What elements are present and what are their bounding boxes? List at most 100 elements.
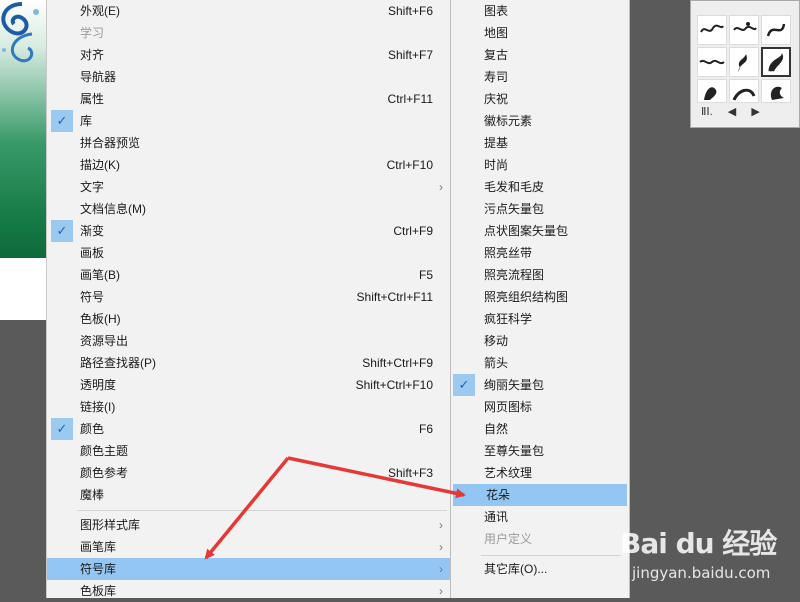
submenu-item[interactable]: 毛发和毛皮 bbox=[451, 176, 629, 198]
menu-item[interactable]: 对齐 Shift+F7 bbox=[47, 44, 451, 66]
submenu-item[interactable]: ✓ 绚丽矢量包 bbox=[451, 374, 629, 396]
menu-item-label: 颜色主题 bbox=[80, 444, 129, 458]
menu-item[interactable]: 路径查找器(P) Shift+Ctrl+F9 bbox=[47, 352, 451, 374]
submenu-item-label: 复古 bbox=[484, 48, 509, 62]
menu-item[interactable]: 颜色主题 bbox=[47, 440, 451, 462]
chevron-right-icon: › bbox=[439, 584, 443, 598]
menu-item-label: 库 bbox=[80, 114, 93, 128]
menu-item[interactable]: 魔棒 bbox=[47, 484, 451, 506]
submenu-item[interactable]: 时尚 bbox=[451, 154, 629, 176]
submenu-item[interactable]: 艺术纹理 bbox=[451, 462, 629, 484]
menu-item[interactable]: 颜色参考 Shift+F3 bbox=[47, 462, 451, 484]
symbol-swatch[interactable] bbox=[697, 15, 727, 45]
menu-item-label: 拼合器预览 bbox=[80, 136, 141, 150]
menu-item[interactable]: 导航器 bbox=[47, 66, 451, 88]
submenu-item[interactable]: 徽标元素 bbox=[451, 110, 629, 132]
library-menu-item[interactable]: 色板库 › bbox=[47, 580, 451, 602]
submenu-item-label: 箭头 bbox=[484, 356, 509, 370]
menu-item-label: 魔棒 bbox=[80, 488, 105, 502]
artwork-swirl-ornament bbox=[1, 2, 39, 63]
menu-item-label: 颜色 bbox=[80, 422, 105, 436]
submenu-item[interactable]: 照亮组织结构图 bbox=[451, 286, 629, 308]
menu-item-shortcut: Shift+F3 bbox=[387, 466, 433, 480]
next-icon[interactable]: ▶ bbox=[751, 105, 759, 118]
submenu-item[interactable]: 照亮丝带 bbox=[451, 242, 629, 264]
chevron-right-icon: › bbox=[439, 540, 443, 554]
submenu-item[interactable]: 图表 bbox=[451, 0, 629, 22]
submenu-item-label: 图表 bbox=[484, 4, 509, 18]
menu-item[interactable]: 色板(H) bbox=[47, 308, 451, 330]
symbol-swatch[interactable] bbox=[729, 47, 759, 77]
artboard-canvas[interactable] bbox=[0, 0, 46, 320]
checkmark-icon: ✓ bbox=[51, 418, 73, 440]
library-menu-item[interactable]: 图形样式库 › bbox=[47, 514, 451, 536]
menu-item-shortcut: Shift+F6 bbox=[387, 4, 433, 18]
menu-item[interactable]: ✓ 颜色 F6 bbox=[47, 418, 451, 440]
menu-item[interactable]: 画板 bbox=[47, 242, 451, 264]
menu-item: 学习 bbox=[47, 22, 451, 44]
submenu-item[interactable]: 移动 bbox=[451, 330, 629, 352]
submenu-item: 用户定义 bbox=[451, 528, 629, 550]
submenu-item[interactable]: 提基 bbox=[451, 132, 629, 154]
submenu-item[interactable]: 箭头 bbox=[451, 352, 629, 374]
menu-item[interactable]: 符号 Shift+Ctrl+F11 bbox=[47, 286, 451, 308]
menu-item-label: 文档信息(M) bbox=[80, 202, 146, 216]
menu-item-label: 导航器 bbox=[80, 70, 117, 84]
library-menu-icon[interactable]: ⅡⅠ. bbox=[701, 105, 713, 118]
menu-item[interactable]: 外观(E) Shift+F6 bbox=[47, 0, 451, 22]
library-menu-item[interactable]: 画笔库 › bbox=[47, 536, 451, 558]
submenu-item[interactable]: 至尊矢量包 bbox=[451, 440, 629, 462]
menu-item[interactable]: 透明度 Shift+Ctrl+F10 bbox=[47, 374, 451, 396]
submenu-item[interactable]: 自然 bbox=[451, 418, 629, 440]
watermark-url: jingyan.baidu.com bbox=[632, 564, 771, 582]
menu-item-shortcut: Shift+F7 bbox=[387, 48, 433, 62]
menu-item[interactable]: ✓ 库 bbox=[47, 110, 451, 132]
submenu-item[interactable]: 地图 bbox=[451, 22, 629, 44]
library-menu-item[interactable]: 符号库 › bbox=[47, 558, 451, 580]
submenu-item-label: 庆祝 bbox=[484, 92, 509, 106]
submenu-item[interactable]: 通讯 bbox=[451, 506, 629, 528]
symbol-swatch[interactable] bbox=[761, 79, 791, 103]
menu-item-shortcut: Shift+Ctrl+F11 bbox=[356, 290, 433, 304]
menu-item[interactable]: 文字 › bbox=[47, 176, 451, 198]
watermark-logo: Bai du 经验 bbox=[620, 527, 777, 560]
submenu-item-other-library[interactable]: 其它库(O)... bbox=[451, 558, 629, 580]
submenu-item[interactable]: 寿司 bbox=[451, 66, 629, 88]
menu-item[interactable]: 画笔(B) F5 bbox=[47, 264, 451, 286]
menu-item[interactable]: 文档信息(M) bbox=[47, 198, 451, 220]
menu-item-label: 渐变 bbox=[80, 224, 105, 238]
submenu-item[interactable]: 复古 bbox=[451, 44, 629, 66]
submenu-item-label: 污点矢量包 bbox=[484, 202, 545, 216]
menu-item[interactable]: ✓ 渐变 Ctrl+F9 bbox=[47, 220, 451, 242]
symbol-swatch[interactable] bbox=[697, 79, 727, 103]
menu-item[interactable]: 链接(I) bbox=[47, 396, 451, 418]
submenu-item[interactable]: 疯狂科学 bbox=[451, 308, 629, 330]
submenu-item[interactable]: 花朵 bbox=[453, 484, 627, 506]
menu-item[interactable]: 属性 Ctrl+F11 bbox=[47, 88, 451, 110]
submenu-item[interactable]: 网页图标 bbox=[451, 396, 629, 418]
symbol-swatch-selected[interactable] bbox=[761, 47, 791, 77]
symbol-swatch[interactable] bbox=[697, 47, 727, 77]
symbol-swatch[interactable] bbox=[761, 15, 791, 45]
menu-item-label: 透明度 bbox=[80, 378, 117, 392]
menu-item[interactable]: 描边(K) Ctrl+F10 bbox=[47, 154, 451, 176]
submenu-item[interactable]: 污点矢量包 bbox=[451, 198, 629, 220]
submenu-item-label: 提基 bbox=[484, 136, 509, 150]
submenu-separator bbox=[481, 555, 621, 556]
menu-item-label: 描边(K) bbox=[80, 158, 120, 172]
baidu-jingyan-watermark: Bai du 经验 jingyan.baidu.com bbox=[612, 508, 792, 592]
symbols-grid bbox=[697, 15, 793, 103]
menu-item[interactable]: 拼合器预览 bbox=[47, 132, 451, 154]
submenu-item-label: 通讯 bbox=[484, 510, 509, 524]
menu-item-label: 路径查找器(P) bbox=[80, 356, 156, 370]
menu-item[interactable]: 资源导出 bbox=[47, 330, 451, 352]
symbol-swatch[interactable] bbox=[729, 79, 759, 103]
previous-icon[interactable]: ◀ bbox=[728, 105, 736, 118]
submenu-item[interactable]: 照亮流程图 bbox=[451, 264, 629, 286]
submenu-item[interactable]: 庆祝 bbox=[451, 88, 629, 110]
symbol-swatch[interactable] bbox=[729, 15, 759, 45]
menu-item-shortcut: Ctrl+F11 bbox=[387, 92, 433, 106]
window-menu: 外观(E) Shift+F6 学习 对齐 Shift+F7 导航器 属性 Ctrl+F11 ✓ 库… bbox=[46, 0, 452, 598]
submenu-item[interactable]: 点状图案矢量包 bbox=[451, 220, 629, 242]
submenu-item-label: 花朵 bbox=[486, 488, 511, 502]
